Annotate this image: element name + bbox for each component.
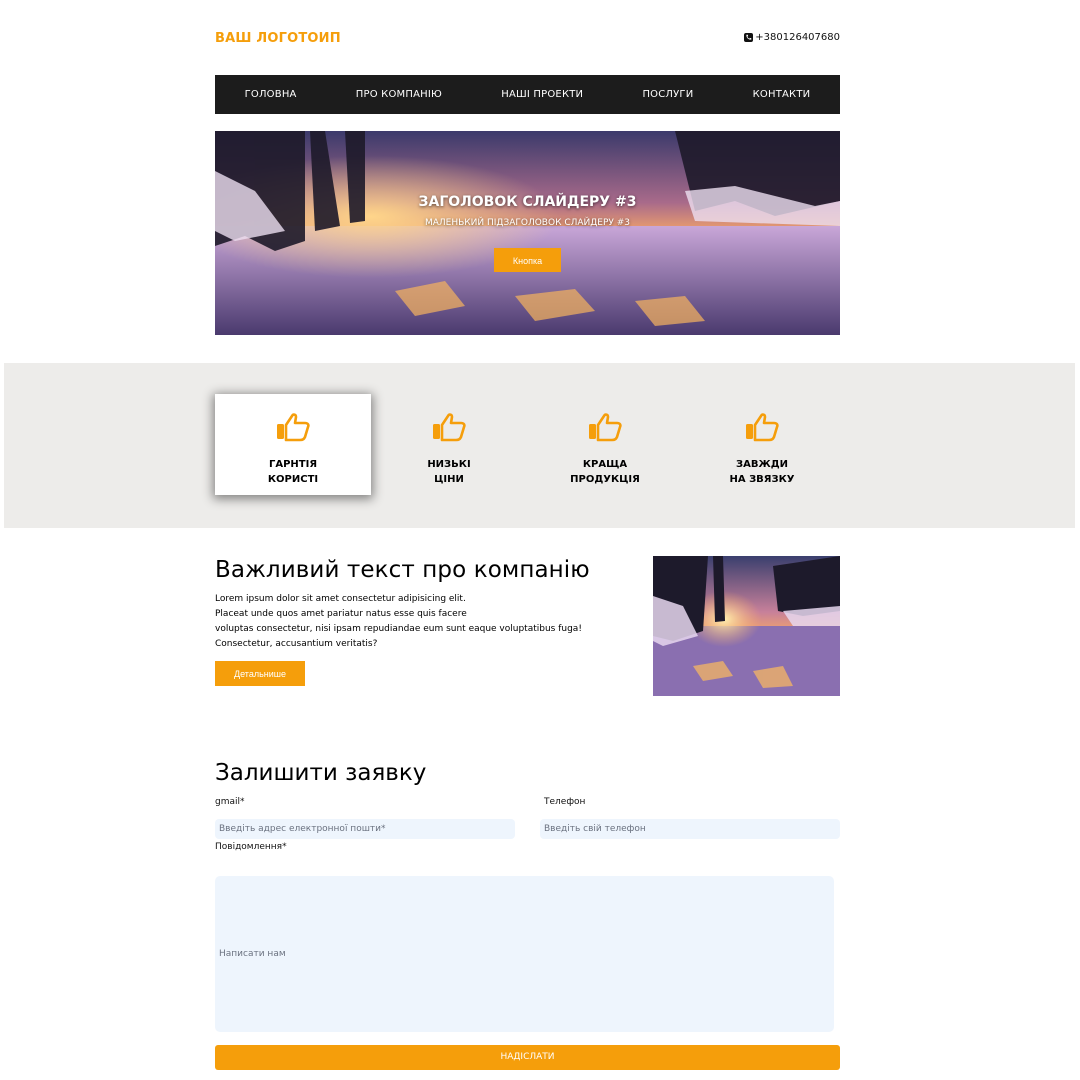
thumbs-up-icon [589,413,622,442]
submit-button[interactable]: НАДІСЛАТИ [215,1045,840,1070]
logo[interactable]: ВАШ ЛОГОТОИП [215,31,341,46]
phone-icon [744,33,754,42]
feature-card-always-connected[interactable]: ЗАВЖДИ НА ЗВЯЗКУ [684,394,840,495]
message-label: Повідомлення* [215,842,287,852]
hero-button[interactable]: Кнопка [494,248,561,272]
about-title: Важливий текст про компанію [215,557,590,583]
feature-label: ГАРНТІЯ КОРИСТІ [267,459,319,485]
feature-label: НИЗЬКІ ЦІНИ [427,459,471,485]
about-line: Lorem ipsum dolor sit amet consectetur a… [215,594,466,604]
about-line: Consectetur, accusantium veritatis? [215,639,378,649]
nav-item-home[interactable]: ГОЛОВНА [245,89,297,100]
details-button[interactable]: Детальнише [215,661,305,686]
feature-label: КРАЩА ПРОДУКЦІЯ [570,459,640,485]
phone-field[interactable]: Введіть свій телефон [540,819,840,839]
form-title: Залишити заявку [215,760,427,786]
email-label: gmail* [215,797,245,807]
nav-item-about[interactable]: ПРО КОМПАНІЮ [356,89,442,100]
hero-slider: ЗАГОЛОВОК СЛАЙДЕРУ #3 МАЛЕНЬКИЙ ПІДЗАГОЛ… [215,131,840,335]
thumbs-up-icon [433,413,466,442]
message-placeholder: Написати нам [219,949,286,959]
email-field[interactable]: Введіть адрес електронної пошти* [215,819,515,839]
feature-card-best-products[interactable]: КРАЩА ПРОДУКЦІЯ [527,394,683,495]
thumbs-up-icon [277,413,310,442]
feature-label: ЗАВЖДИ НА ЗВЯЗКУ [729,459,795,485]
nav-item-services[interactable]: ПОСЛУГИ [642,89,693,100]
feature-card-low-prices[interactable]: НИЗЬКІ ЦІНИ [371,394,527,495]
hero-subtitle: МАЛЕНЬКИЙ ПІДЗАГОЛОВОК СЛАЙДЕРУ #3 [424,218,631,228]
about-text: Lorem ipsum dolor sit amet consectetur a… [215,592,615,652]
nav-item-contacts[interactable]: КОНТАКТИ [753,89,811,100]
features-section: ГАРНТІЯ КОРИСТІ НИЗЬКІ ЦІНИ КРАЩА ПРОДУК… [4,363,1075,528]
phone-text: +380126407680 [755,32,840,43]
hero-title: ЗАГОЛОВОК СЛАЙДЕРУ #3 [418,194,637,210]
hero-background-image [215,131,840,335]
about-line: voluptas consectetur, nisi ipsam repudia… [215,624,582,634]
nav-item-projects[interactable]: НАШІ ПРОЕКТИ [501,89,583,100]
phone-label: Телефон [544,797,586,807]
thumbs-up-icon [746,413,779,442]
about-image [653,556,840,696]
phone-number[interactable]: +380126407680 [744,32,840,43]
message-textarea[interactable]: Написати нам [215,876,834,1032]
main-nav: ГОЛОВНА ПРО КОМПАНІЮ НАШІ ПРОЕКТИ ПОСЛУГ… [215,75,840,114]
feature-card-guarantee[interactable]: ГАРНТІЯ КОРИСТІ [215,394,371,495]
about-line: Placeat unde quos amet pariatur natus es… [215,609,467,619]
